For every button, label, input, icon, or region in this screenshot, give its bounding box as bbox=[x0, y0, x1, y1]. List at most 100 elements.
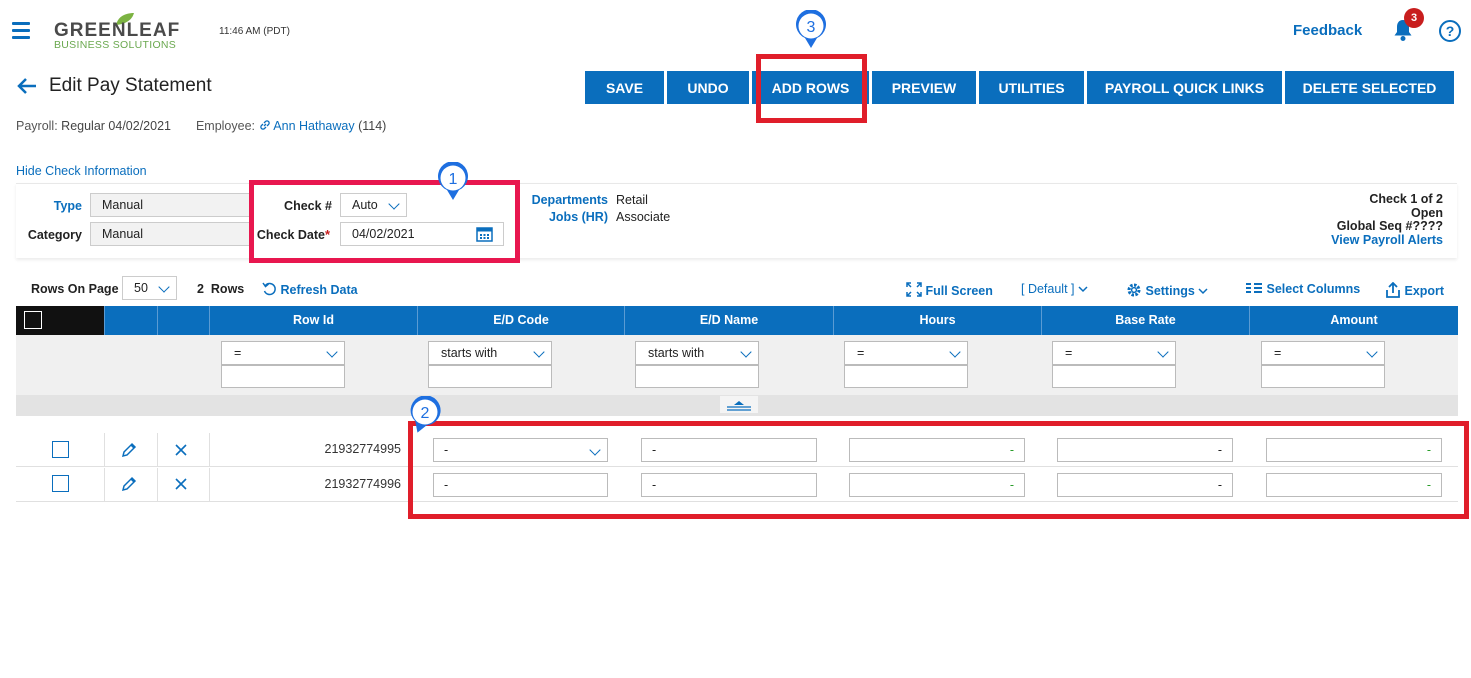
collapse-filters-bar bbox=[16, 395, 1458, 416]
select-columns-button[interactable]: Select Columns bbox=[1245, 282, 1360, 296]
settings-label: Settings bbox=[1145, 284, 1195, 298]
rows-word: Rows bbox=[210, 282, 245, 296]
col-header-row-id[interactable]: Row Id bbox=[209, 306, 417, 335]
export-icon bbox=[1386, 281, 1400, 298]
filter-operator-label: = bbox=[1274, 346, 1282, 360]
payroll-quick-links-button[interactable]: PAYROLL QUICK LINKS bbox=[1087, 71, 1282, 104]
rows-on-page-select[interactable]: 50 bbox=[122, 276, 177, 300]
filter-hours-input[interactable] bbox=[844, 365, 968, 388]
check-status: Open bbox=[1411, 205, 1443, 220]
chevron-down-icon bbox=[326, 346, 338, 358]
default-view-label: [ Default ] bbox=[1021, 282, 1075, 296]
highlight-box-add-rows bbox=[756, 54, 867, 123]
edit-col-header bbox=[104, 306, 157, 335]
select-columns-label: Select Columns bbox=[1266, 282, 1361, 296]
col-header-base-rate[interactable]: Base Rate bbox=[1041, 306, 1249, 335]
marker-2-icon: 2 bbox=[410, 396, 441, 433]
refresh-label: Refresh Data bbox=[280, 283, 358, 297]
default-view-dropdown[interactable]: [ Default ] bbox=[1021, 282, 1088, 296]
filter-operator-label: = bbox=[1065, 346, 1073, 360]
filter-amount-input[interactable] bbox=[1261, 365, 1385, 388]
chevron-down-icon bbox=[1366, 346, 1378, 358]
delete-col-header bbox=[157, 306, 209, 335]
preview-button[interactable]: PREVIEW bbox=[872, 71, 976, 104]
filter-amount-operator[interactable]: = bbox=[1261, 341, 1385, 365]
filter-ed-code-operator[interactable]: starts with bbox=[428, 341, 552, 365]
chevron-down-icon bbox=[158, 281, 170, 293]
rows-on-page-label: Rows On Page bbox=[31, 282, 119, 296]
jobs-value: Associate bbox=[616, 210, 671, 224]
payroll-info: Payroll: Regular 04/02/2021 Employee: An… bbox=[16, 119, 386, 133]
employee-id: (114) bbox=[358, 119, 387, 133]
col-header-ed-name[interactable]: E/D Name bbox=[624, 306, 833, 335]
feedback-link[interactable]: Feedback bbox=[1293, 22, 1362, 39]
action-toolbar: SAVE UNDO ADD ROWS PREVIEW UTILITIES PAY… bbox=[585, 71, 1457, 104]
filter-hours-operator[interactable]: = bbox=[844, 341, 968, 365]
gear-icon bbox=[1127, 283, 1141, 297]
col-header-ed-code[interactable]: E/D Code bbox=[417, 306, 624, 335]
employee-name-link[interactable]: Ann Hathaway bbox=[273, 119, 354, 133]
delete-x-icon[interactable] bbox=[175, 444, 187, 456]
col-header-hours[interactable]: Hours bbox=[833, 306, 1041, 335]
utilities-button[interactable]: UTILITIES bbox=[979, 71, 1084, 104]
category-label: Category bbox=[27, 228, 82, 242]
row-id-cell: 21932774996 bbox=[324, 477, 401, 491]
type-field[interactable]: Manual bbox=[90, 193, 252, 217]
filter-ed-name-input[interactable] bbox=[635, 365, 759, 388]
help-icon[interactable]: ? bbox=[1439, 20, 1461, 42]
view-payroll-alerts-link[interactable]: View Payroll Alerts bbox=[1331, 233, 1443, 248]
link-icon bbox=[259, 120, 270, 130]
marker-3-icon: 3 bbox=[796, 10, 826, 48]
row-id-cell: 21932774995 bbox=[324, 442, 401, 456]
logo-line2: BUSINESS SOLUTIONS bbox=[54, 39, 177, 51]
chevron-down-icon bbox=[740, 346, 752, 358]
rows-count-number: 2 bbox=[197, 282, 204, 296]
marker-1-label: 1 bbox=[449, 171, 458, 188]
menu-icon[interactable] bbox=[12, 22, 30, 40]
rows-count: 2 Rows bbox=[197, 282, 244, 296]
undo-button[interactable]: UNDO bbox=[667, 71, 749, 104]
save-button[interactable]: SAVE bbox=[585, 71, 664, 104]
pencil-icon[interactable] bbox=[120, 476, 137, 493]
collapse-toggle[interactable] bbox=[720, 396, 758, 413]
filter-base-rate-operator[interactable]: = bbox=[1052, 341, 1176, 365]
filter-operator-label: = bbox=[857, 346, 865, 360]
delete-selected-button[interactable]: DELETE SELECTED bbox=[1285, 71, 1454, 104]
select-all-cell bbox=[16, 306, 104, 335]
marker-2-label: 2 bbox=[421, 405, 430, 422]
category-field[interactable]: Manual bbox=[90, 222, 252, 246]
pencil-icon[interactable] bbox=[120, 442, 137, 459]
clock-time: 11:46 AM (PDT) bbox=[219, 26, 290, 37]
chevron-down-icon bbox=[1157, 346, 1169, 358]
row-checkbox[interactable] bbox=[52, 475, 69, 492]
delete-x-icon[interactable] bbox=[175, 478, 187, 490]
full-screen-button[interactable]: Full Screen bbox=[906, 282, 993, 298]
settings-dropdown[interactable]: Settings bbox=[1126, 282, 1208, 298]
filter-ed-name-operator[interactable]: starts with bbox=[635, 341, 759, 365]
row-checkbox[interactable] bbox=[52, 441, 69, 458]
highlight-box-check-fields bbox=[249, 180, 520, 263]
export-button[interactable]: Export bbox=[1385, 281, 1444, 298]
back-arrow-icon[interactable] bbox=[16, 76, 38, 96]
full-screen-label: Full Screen bbox=[925, 284, 993, 298]
col-header-amount[interactable]: Amount bbox=[1249, 306, 1458, 335]
refresh-icon bbox=[262, 282, 276, 296]
filter-ed-code-input[interactable] bbox=[428, 365, 552, 388]
filter-base-rate-input[interactable] bbox=[1052, 365, 1176, 388]
grid-header: Row Id E/D Code E/D Name Hours Base Rate… bbox=[16, 306, 1458, 335]
filter-row-id-operator[interactable]: = bbox=[221, 341, 345, 365]
columns-icon bbox=[1246, 283, 1262, 293]
check-summary: Check 1 of 2 Open Global Seq #???? View … bbox=[1331, 192, 1443, 248]
filter-row-id-input[interactable] bbox=[221, 365, 345, 388]
payroll-label: Payroll: bbox=[16, 119, 58, 133]
departments-label: Departments bbox=[531, 193, 608, 207]
collapse-up-icon bbox=[727, 401, 751, 411]
refresh-data-button[interactable]: Refresh Data bbox=[262, 282, 358, 297]
global-seq: Global Seq #???? bbox=[1336, 219, 1443, 233]
payroll-value: Regular 04/02/2021 bbox=[61, 119, 171, 133]
check-of: Check 1 of 2 bbox=[1369, 192, 1443, 206]
filter-operator-label: starts with bbox=[648, 346, 705, 360]
company-logo: GREENLEAF BUSINESS SOLUTIONS bbox=[54, 13, 184, 51]
hide-check-info-link[interactable]: Hide Check Information bbox=[16, 164, 147, 178]
select-all-checkbox[interactable] bbox=[24, 311, 42, 329]
